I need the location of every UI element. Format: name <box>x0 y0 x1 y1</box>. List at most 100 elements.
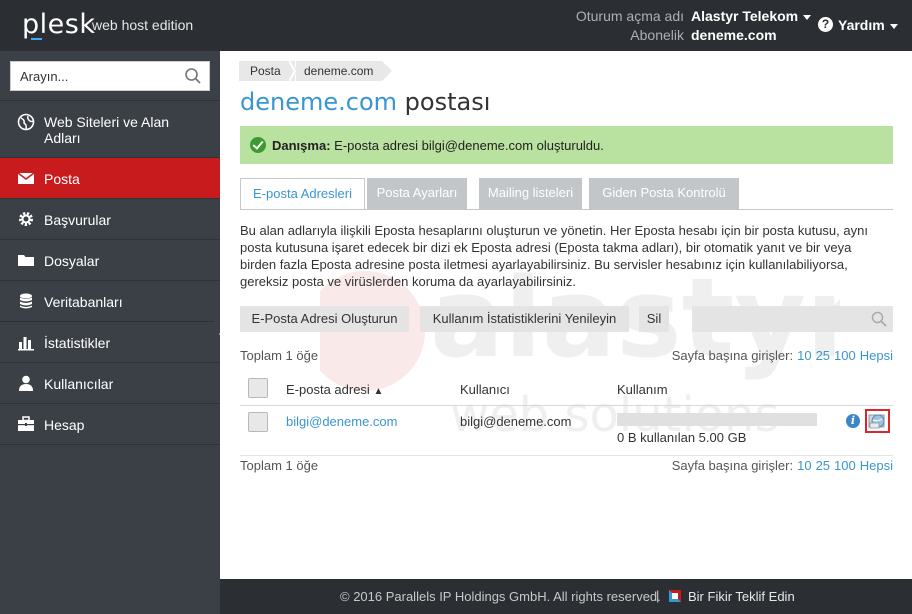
per-page-option[interactable]: 100 <box>834 348 856 363</box>
sidebar-item-applications[interactable]: Başvurular <box>0 199 220 239</box>
message-text: E-posta adresi bilgi@deneme.com oluşturu… <box>334 138 604 153</box>
info-icon[interactable]: i <box>846 414 860 428</box>
footer-separator: | <box>656 588 660 603</box>
top-header: plesk web host edition Oturum açma adı A… <box>0 0 912 51</box>
edition-label: web host edition <box>92 17 194 33</box>
globe-icon <box>17 113 35 131</box>
breadcrumb-label: deneme.com <box>304 64 374 78</box>
main-content: alastyr web solutions Posta deneme.com d… <box>220 51 912 579</box>
database-icon <box>20 293 32 309</box>
delete-button[interactable]: Sil <box>639 306 669 332</box>
per-page-option[interactable]: Hepsi <box>860 458 893 473</box>
check-circle-icon <box>250 137 266 153</box>
folder-icon <box>18 255 34 266</box>
usage-progress-bar <box>617 413 817 426</box>
per-page-option[interactable]: 10 <box>797 348 811 363</box>
total-items-bottom: Toplam 1 öğe <box>240 458 319 473</box>
per-page-option[interactable]: 10 <box>797 458 811 473</box>
sidebar-item-websites[interactable]: Web Siteleri ve Alan Adları <box>0 101 220 157</box>
sidebar-item-label: Posta <box>44 171 80 187</box>
select-all-checkbox[interactable] <box>248 378 268 398</box>
webmail-globe-graphic <box>868 414 885 429</box>
breadcrumb-item-domain[interactable]: deneme.com <box>296 61 382 81</box>
total-items-top: Toplam 1 öğe <box>240 348 319 363</box>
sidebar-item-files[interactable]: Dosyalar <box>0 240 220 280</box>
breadcrumb-end <box>382 61 392 81</box>
sidebar-item-label: Dosyalar <box>44 253 100 269</box>
email-address-link[interactable]: bilgi@deneme.com <box>286 414 397 429</box>
tab-mailing-lists[interactable]: Mailing listeleri <box>479 178 582 209</box>
plesk-logo[interactable]: plesk <box>22 9 95 40</box>
copyright-text: © 2016 Parallels IP Holdings GmbH. All r… <box>340 589 661 604</box>
create-email-button[interactable]: E-Posta Adresi Oluşturun <box>240 306 409 332</box>
nav-divider <box>0 444 220 445</box>
message-label: Danışma: <box>272 138 331 153</box>
sidebar-item-label: Adları <box>44 130 81 146</box>
feedback-link[interactable]: Bir Fikir Teklif Edin <box>688 589 795 604</box>
per-page-top: Sayfa başına girişler: 10 25 100 Hepsi <box>672 348 893 363</box>
user-icon <box>19 375 33 391</box>
table-header-divider <box>240 405 893 406</box>
tab-mail-settings[interactable]: Posta Ayarları <box>367 178 467 209</box>
login-name-label: Oturum açma adı <box>575 8 684 24</box>
column-header-usage[interactable]: Kullanım <box>617 382 668 397</box>
list-search-input[interactable] <box>692 306 893 332</box>
bar-chart-icon <box>18 337 34 351</box>
table-row-divider <box>240 455 893 456</box>
sidebar-item-users[interactable]: Kullanıcılar <box>0 363 220 403</box>
per-page-label: Sayfa başına girişler: <box>671 458 794 473</box>
sidebar-item-label: Kullanıcılar <box>44 376 114 392</box>
webmail-icon[interactable] <box>865 409 890 433</box>
chevron-down-icon <box>889 23 898 29</box>
sidebar-item-mail[interactable]: Posta <box>0 158 220 198</box>
subscription-value[interactable]: deneme.com <box>691 27 777 43</box>
page-title-domain: deneme.com <box>240 88 398 116</box>
per-page-option[interactable]: 100 <box>834 458 856 473</box>
user-cell: bilgi@deneme.com <box>460 414 572 429</box>
usage-text: 0 B kullanılan 5.00 GB <box>617 430 747 445</box>
help-menu[interactable]: Yardım <box>838 17 898 33</box>
search-icon[interactable] <box>871 311 887 327</box>
search-placeholder: Arayın... <box>20 69 69 84</box>
tab-email-addresses[interactable]: E-posta Adresleri <box>240 178 365 210</box>
row-checkbox[interactable] <box>248 412 268 432</box>
chevron-down-icon <box>803 14 812 20</box>
breadcrumb-item-mail[interactable]: Posta <box>239 61 295 81</box>
help-label: Yardım <box>838 17 885 33</box>
logo-accent <box>31 38 42 40</box>
page-title-rest: postası <box>404 88 491 116</box>
sidebar-item-label: Başvurular <box>44 212 111 228</box>
sidebar-item-statistics[interactable]: İstatistikler <box>0 322 220 362</box>
account-menu[interactable]: Alastyr Telekom <box>691 8 812 24</box>
sort-ascending-icon: ▲ <box>373 386 384 397</box>
search-icon[interactable] <box>184 67 202 85</box>
per-page-option[interactable]: Hepsi <box>860 348 893 363</box>
per-page-option[interactable]: 25 <box>816 348 830 363</box>
subscription-label: Abonelik <box>630 27 684 43</box>
description-text: Bu alan adlarıyla ilişkili Eposta hesapl… <box>240 223 868 289</box>
sidebar-item-label: Hesap <box>44 417 85 433</box>
feedback-icon <box>669 590 681 602</box>
sidebar-item-label: İstatistikler <box>44 335 111 351</box>
login-name-value: Alastyr Telekom <box>691 8 799 24</box>
column-header-email[interactable]: E-posta adresi ▲ <box>286 382 383 397</box>
sidebar-item-label: Web Siteleri ve Alan <box>44 114 170 130</box>
refresh-usage-stats-button[interactable]: Kullanım İstatistiklerini Yenileyin <box>420 306 629 332</box>
tab-outgoing-mail-control[interactable]: Giden Posta Kontrolü <box>589 178 739 209</box>
per-page-label: Sayfa başına girişler: <box>671 348 794 363</box>
column-header-user[interactable]: Kullanıcı <box>460 382 510 397</box>
help-icon[interactable]: ? <box>818 17 833 32</box>
sidebar-item-account[interactable]: Hesap <box>0 404 220 444</box>
sidebar-item-label: Veritabanları <box>44 294 123 310</box>
footer: © 2016 Parallels IP Holdings GmbH. All r… <box>220 579 912 614</box>
sidebar: Arayın... Web Siteleri ve Alan Adları Pos… <box>0 51 220 614</box>
per-page-option[interactable]: 25 <box>816 458 830 473</box>
envelope-icon <box>17 172 35 184</box>
success-message: Danışma: E-posta adresi bilgi@deneme.com… <box>240 126 893 164</box>
gear-icon <box>19 212 33 226</box>
tab-underline <box>240 209 893 210</box>
sidebar-search-input[interactable]: Arayın... <box>10 61 210 91</box>
sidebar-item-databases[interactable]: Veritabanları <box>0 281 220 321</box>
breadcrumb-label: Posta <box>250 64 281 78</box>
per-page-bottom: Sayfa başına girişler: 10 25 100 Hepsi <box>672 458 893 473</box>
